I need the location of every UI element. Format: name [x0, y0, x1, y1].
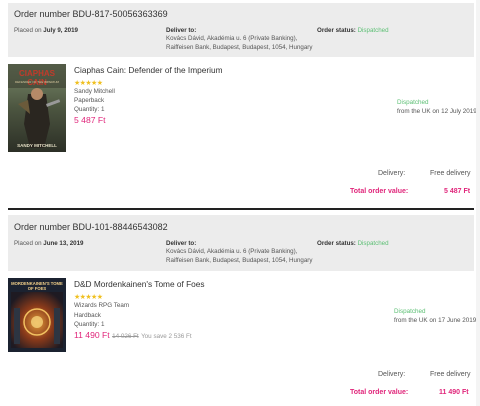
shipping-status: Dispatched	[397, 99, 429, 106]
shipping-date: from the UK on 17 June 2019	[394, 317, 477, 324]
book-format: Hardback	[74, 312, 101, 319]
delivery-label: Delivery:	[378, 371, 406, 378]
savings-text: You save 2 536 Ft	[141, 333, 192, 340]
book-quantity: Quantity: 1	[74, 321, 105, 328]
scrollbar[interactable]	[476, 0, 480, 406]
placed-on: Placed on July 9, 2019	[14, 27, 78, 34]
total-label: Total order value:	[350, 389, 409, 396]
cover-title: CIAPHAS CAIN	[18, 69, 55, 87]
deliver-to: Deliver to: Kovács Dávid, Akadémia u. 6 …	[166, 240, 313, 264]
price-row: 11 490 Ft 14 026 Ft You save 2 536 Ft	[74, 330, 192, 340]
delivery-value: Free delivery	[430, 170, 471, 177]
book-author: Sandy Mitchell	[74, 88, 115, 95]
book-format: Paperback	[74, 97, 105, 104]
order-header: Order number BDU-817-50056363369 Placed …	[8, 3, 474, 57]
star-rating-icon: ★★★★★	[74, 294, 103, 301]
book-price: 5 487 Ft	[74, 115, 106, 125]
book-title-link[interactable]: D&D Mordenkainen's Tome of Foes	[74, 279, 205, 289]
order-number: Order number BDU-817-50056363369	[14, 9, 168, 19]
star-rating-icon: ★★★★★	[74, 80, 103, 87]
book-price: 11 490 Ft	[74, 330, 110, 340]
shipping-status: Dispatched	[394, 308, 426, 315]
book-cover-image[interactable]: CIAPHAS CAIN DEFENDER OF THE IMPERIUM SA…	[8, 64, 66, 152]
total-label: Total order value:	[350, 188, 409, 195]
order-header: Order number BDU-101-88446543082 Placed …	[8, 215, 474, 271]
order-status: Order status: Dispatched	[317, 240, 389, 247]
old-price: 14 026 Ft	[112, 333, 139, 340]
cover-author: SANDY MITCHELL	[17, 143, 57, 148]
cover-subtitle: DEFENDER OF THE IMPERIUM	[14, 80, 60, 84]
shipping-date: from the UK on 12 July 2019	[397, 108, 477, 115]
book-quantity: Quantity: 1	[74, 106, 105, 113]
book-cover-image[interactable]: MORDENKAINEN'S TOME OF FOES	[8, 278, 66, 352]
cover-title: MORDENKAINEN'S TOME OF FOES	[11, 281, 63, 291]
order-divider	[8, 208, 474, 210]
order-number: Order number BDU-101-88446543082	[14, 222, 168, 232]
deliver-to: Deliver to: Kovács Dávid, Akadémia u. 6 …	[166, 27, 313, 51]
book-author: Wizards RPG Team	[74, 302, 130, 309]
book-title-link[interactable]: Ciaphas Cain: Defender of the Imperium	[74, 65, 223, 75]
delivery-value: Free delivery	[430, 371, 471, 378]
total-value: 11 490 Ft	[439, 389, 469, 396]
order-status: Order status: Dispatched	[317, 27, 389, 34]
placed-on: Placed on June 13, 2019	[14, 240, 84, 247]
total-value: 5 487 Ft	[444, 188, 471, 195]
delivery-label: Delivery:	[378, 170, 406, 177]
